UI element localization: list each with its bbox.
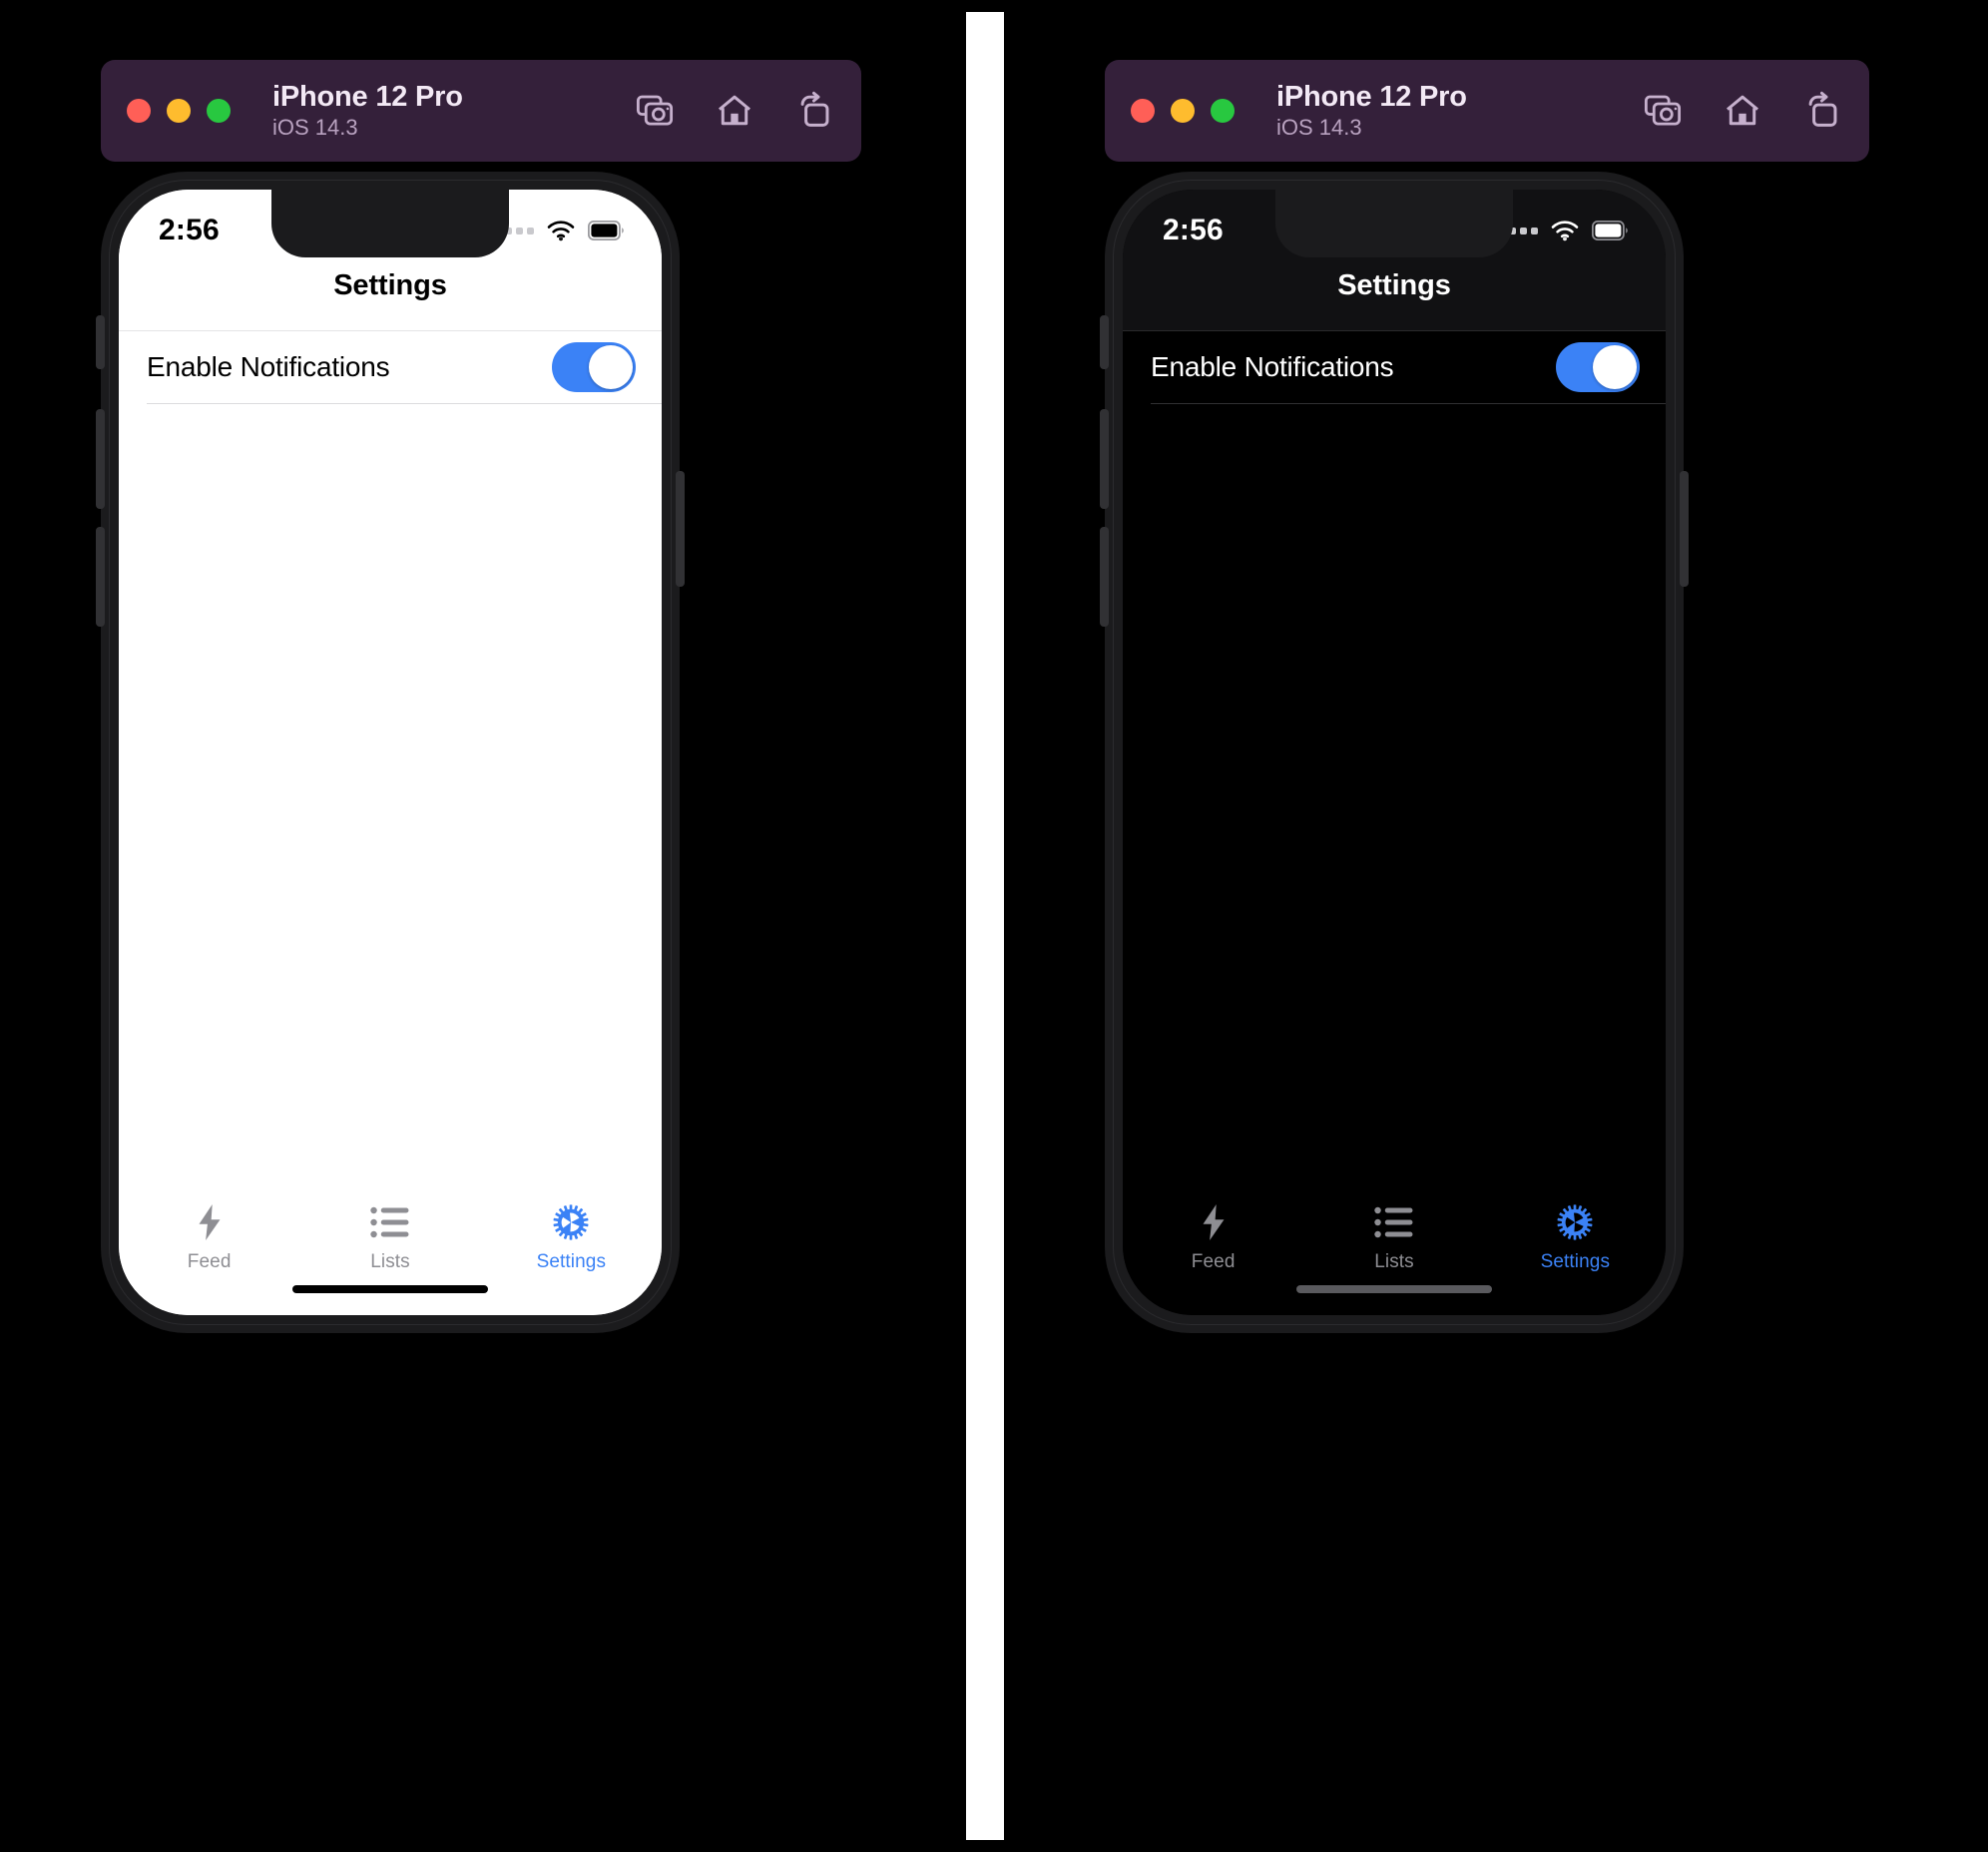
simulator-titlebar-light: iPhone 12 Pro iOS 14.3 (101, 60, 861, 162)
rotate-icon[interactable] (1801, 90, 1843, 132)
tab-settings[interactable]: Settings (481, 1201, 662, 1273)
simulator-title-group: iPhone 12 Pro iOS 14.3 (272, 81, 463, 141)
list-icon (370, 1201, 410, 1243)
tab-lists[interactable]: Lists (299, 1201, 480, 1273)
simulator-toolbar (634, 90, 835, 132)
navigation-bar: Settings (119, 265, 662, 331)
iphone-screen-dark: 2:56 Settings Enable Notifications Feed … (1123, 190, 1666, 1315)
list-row-enable-notifications[interactable]: Enable Notifications (1123, 331, 1666, 403)
page-title: Settings (1337, 269, 1451, 301)
tab-label: Lists (1374, 1251, 1414, 1272)
simulator-os-version: iOS 14.3 (1276, 115, 1362, 141)
toggle-knob (1593, 345, 1637, 389)
volume-up-button[interactable] (96, 409, 105, 509)
maximize-button[interactable] (207, 99, 231, 123)
power-button[interactable] (676, 471, 685, 587)
close-button[interactable] (127, 99, 151, 123)
bolt-icon (1196, 1201, 1232, 1243)
minimize-button[interactable] (1171, 99, 1195, 123)
simulator-device-name: iPhone 12 Pro (1276, 80, 1467, 113)
page-title: Settings (333, 269, 447, 301)
simulator-title-group: iPhone 12 Pro iOS 14.3 (1276, 81, 1467, 141)
volume-up-button[interactable] (1100, 409, 1109, 509)
screenshot-icon[interactable] (634, 90, 676, 132)
device-notch (1275, 190, 1513, 257)
close-button[interactable] (1131, 99, 1155, 123)
window-traffic-lights (1131, 99, 1235, 123)
tab-settings[interactable]: Settings (1485, 1201, 1666, 1273)
tab-lists[interactable]: Lists (1303, 1201, 1484, 1273)
home-indicator[interactable] (1296, 1285, 1492, 1293)
status-bar-indicators (1498, 220, 1630, 241)
device-notch (271, 190, 509, 257)
navigation-bar: Settings (1123, 265, 1666, 331)
simulator-device-name: iPhone 12 Pro (272, 80, 463, 113)
home-icon[interactable] (714, 90, 755, 132)
volume-down-button[interactable] (1100, 527, 1109, 627)
simulator-titlebar-dark: iPhone 12 Pro iOS 14.3 (1105, 60, 1869, 162)
status-bar-time: 2:56 (159, 214, 220, 246)
tab-label: Feed (187, 1251, 232, 1272)
screenshot-canvas: iPhone 12 Pro iOS 14.3 2:56 Settings Ena… (0, 0, 1988, 1852)
tab-label: Lists (370, 1251, 410, 1272)
simulator-os-version: iOS 14.3 (272, 115, 358, 141)
list-separator (1151, 403, 1666, 404)
list-row-enable-notifications[interactable]: Enable Notifications (119, 331, 662, 403)
tab-label: Settings (1540, 1251, 1611, 1272)
tab-feed[interactable]: Feed (119, 1201, 299, 1273)
battery-full-icon (1592, 221, 1630, 240)
toggle-knob (589, 345, 633, 389)
volume-down-button[interactable] (96, 527, 105, 627)
tab-feed[interactable]: Feed (1123, 1201, 1303, 1273)
wifi-icon (546, 220, 576, 241)
gear-icon (551, 1201, 591, 1243)
list-icon (1374, 1201, 1414, 1243)
tab-bar: Feed Lists Settings (119, 1183, 662, 1315)
maximize-button[interactable] (1211, 99, 1235, 123)
settings-content: Enable Notifications (119, 331, 662, 1183)
enable-notifications-toggle[interactable] (552, 342, 636, 392)
minimize-button[interactable] (167, 99, 191, 123)
simulator-toolbar (1642, 90, 1843, 132)
enable-notifications-toggle[interactable] (1556, 342, 1640, 392)
list-separator (147, 403, 662, 404)
home-indicator[interactable] (292, 1285, 488, 1293)
window-traffic-lights (127, 99, 231, 123)
battery-full-icon (588, 221, 626, 240)
status-bar-indicators (494, 220, 626, 241)
bolt-icon (192, 1201, 228, 1243)
gear-icon (1555, 1201, 1595, 1243)
status-bar-time: 2:56 (1163, 214, 1224, 246)
list-row-label: Enable Notifications (147, 351, 390, 382)
iphone-device-light: 2:56 Settings Enable Notifications Feed … (96, 172, 685, 1333)
silent-switch[interactable] (96, 315, 105, 369)
iphone-device-dark: 2:56 Settings Enable Notifications Feed … (1100, 172, 1689, 1333)
silent-switch[interactable] (1100, 315, 1109, 369)
rotate-icon[interactable] (793, 90, 835, 132)
home-icon[interactable] (1722, 90, 1763, 132)
screenshot-icon[interactable] (1642, 90, 1684, 132)
capture-divider (966, 12, 1004, 1840)
power-button[interactable] (1680, 471, 1689, 587)
wifi-icon (1550, 220, 1580, 241)
iphone-screen-light: 2:56 Settings Enable Notifications Feed … (119, 190, 662, 1315)
tab-label: Feed (1191, 1251, 1236, 1272)
list-row-label: Enable Notifications (1151, 351, 1394, 382)
tab-bar: Feed Lists Settings (1123, 1183, 1666, 1315)
tab-label: Settings (536, 1251, 607, 1272)
settings-content: Enable Notifications (1123, 331, 1666, 1183)
